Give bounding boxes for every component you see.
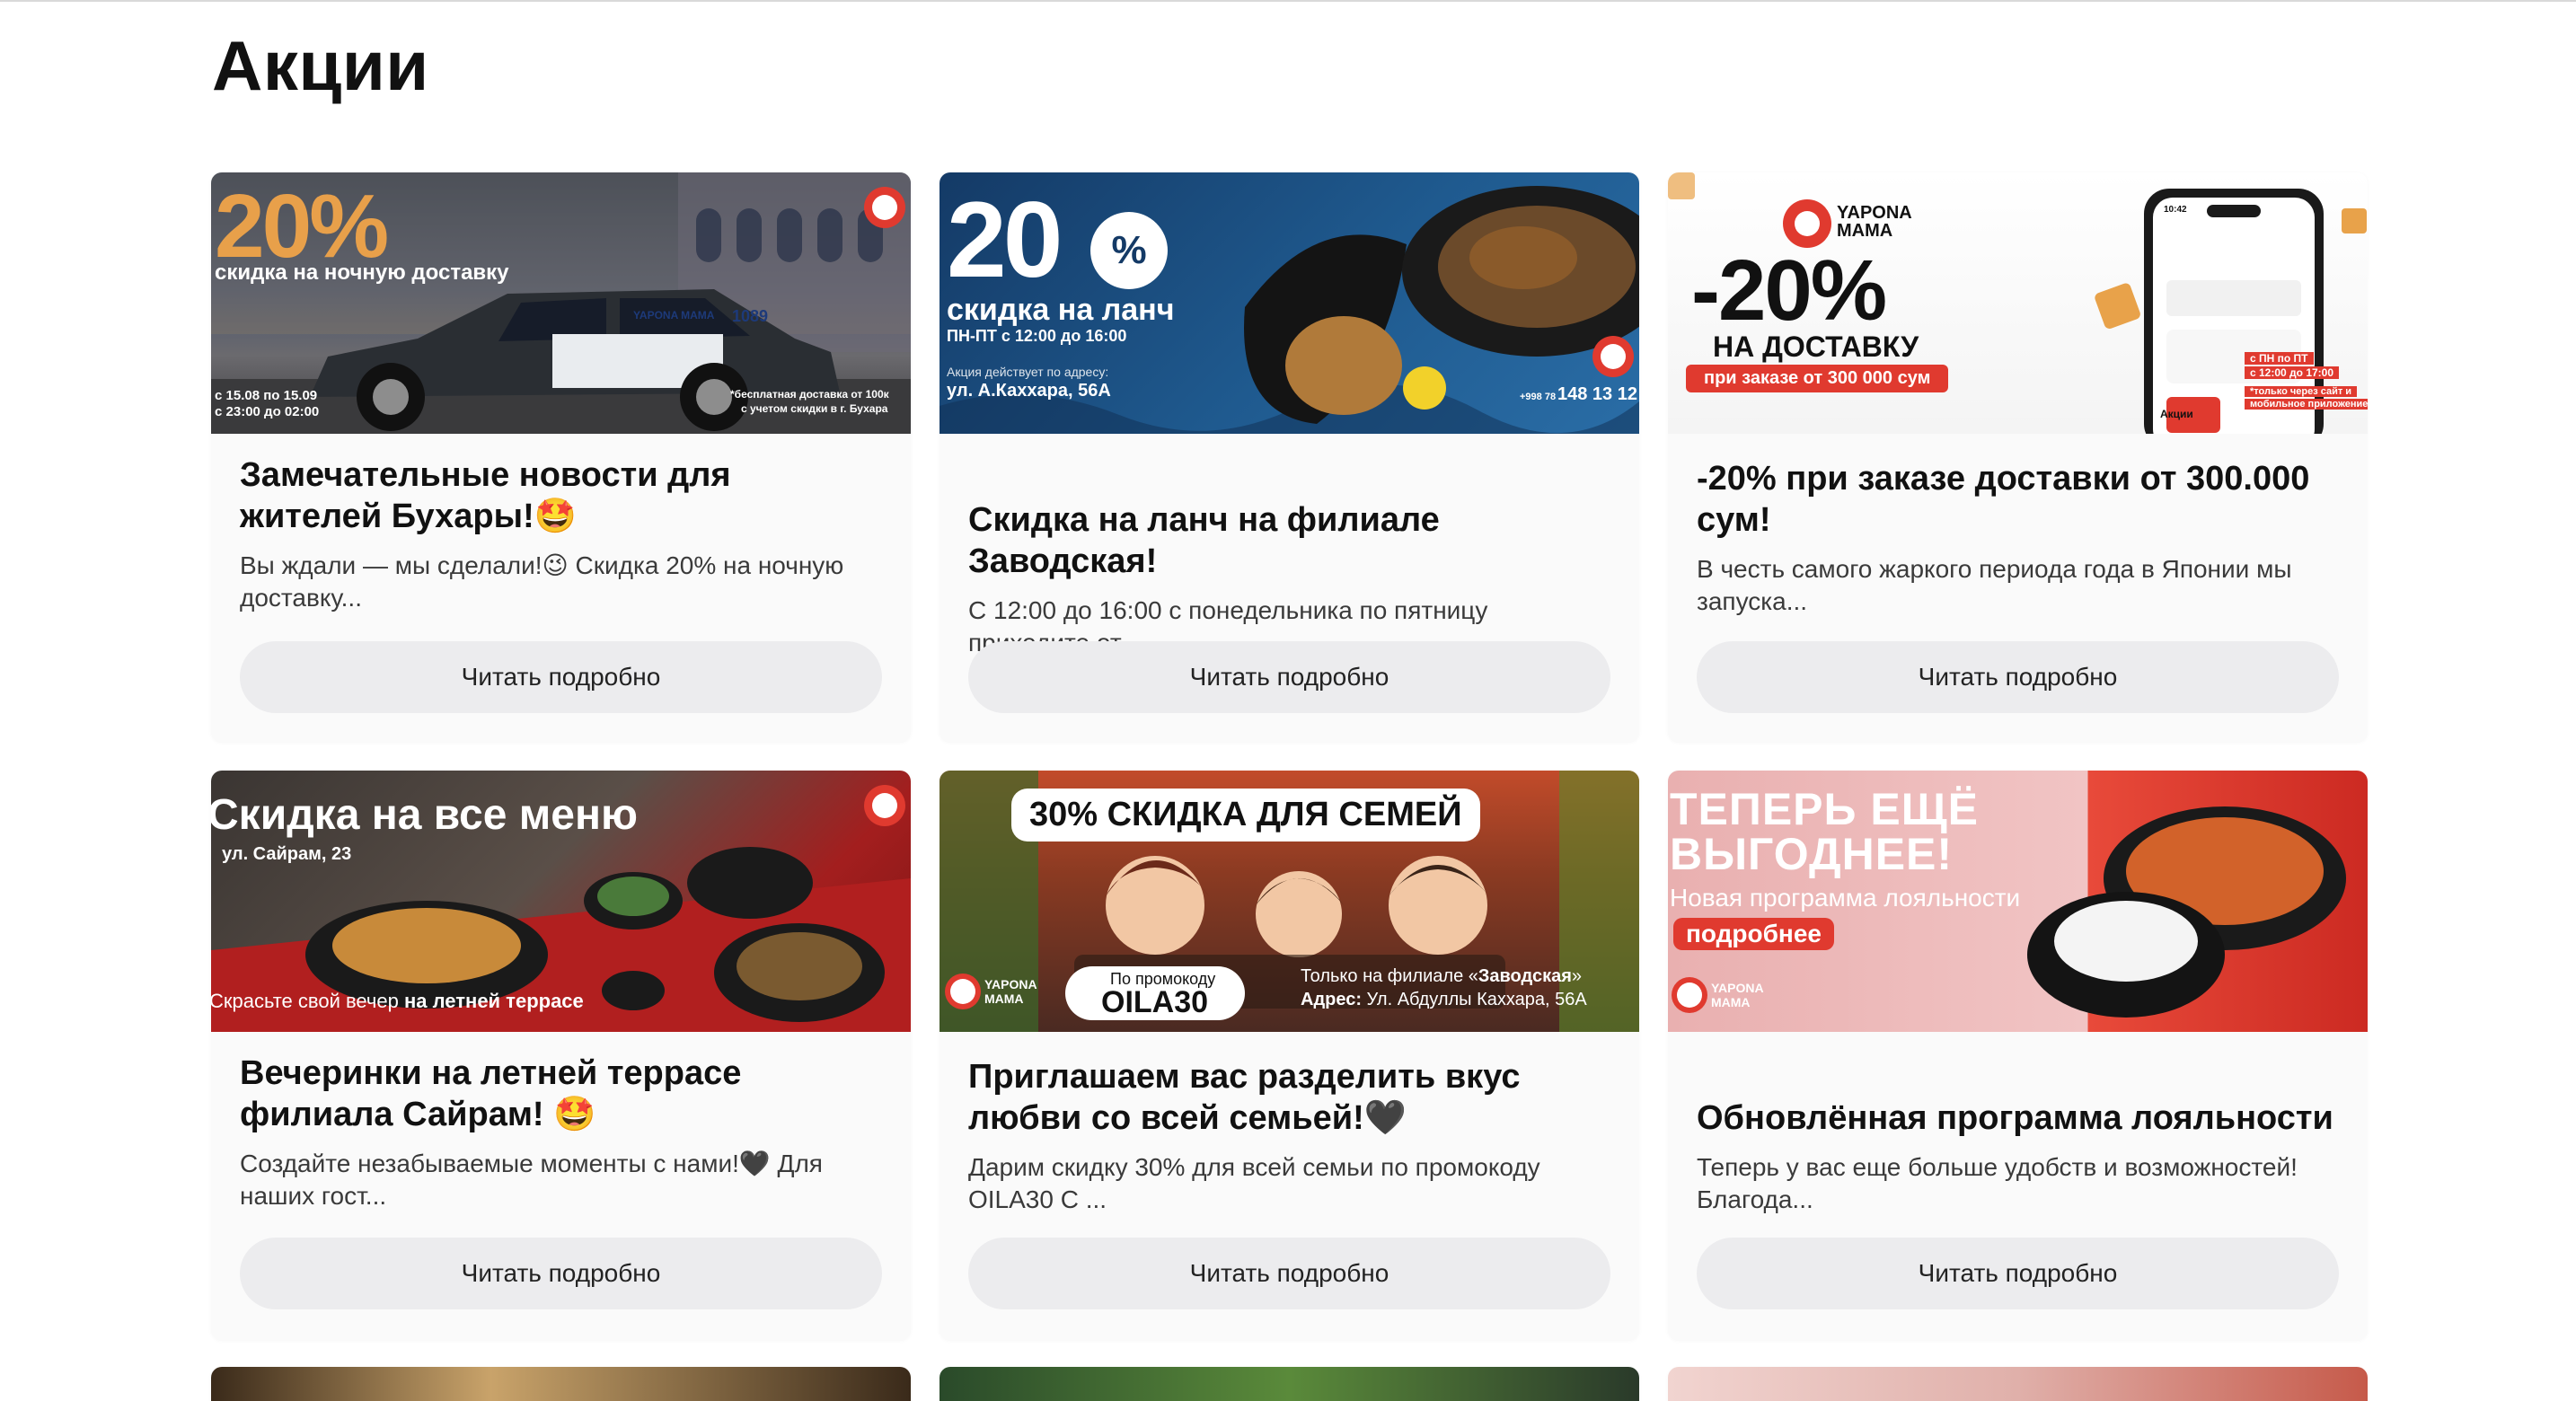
banner-phone: 148 13 12	[1557, 384, 1637, 404]
tagline-highlight: на летней террасе	[403, 990, 584, 1012]
banner-line: скидка на ночную доставку	[215, 260, 509, 285]
banner-big-text: 20%	[215, 176, 389, 277]
promo-banner-delivery[interactable]: YAPONA MAMA -20% НА ДОСТАВКУ при заказе …	[1668, 172, 2368, 434]
brand-name: YAPONA	[1711, 981, 1764, 995]
banner-tagline: Скрасьте свой вечер на летней террасе	[211, 990, 584, 1013]
promo-card[interactable]	[940, 1367, 1639, 1401]
banner-note: с ПН по ПТ	[2245, 352, 2314, 365]
branch-note-part: »	[1571, 966, 1582, 986]
banner-address: ул. А.Каххара, 56А	[947, 381, 1111, 401]
promo-title: Скидка на ланч на филиале Заводская!	[968, 501, 1440, 580]
banner-schedule: ПН-ПТ с 12:00 до 16:00	[947, 327, 1127, 345]
banner-big-text: Скидка на все меню	[211, 791, 638, 839]
phone-section: Акции	[2160, 408, 2193, 420]
promo-card[interactable]	[211, 1367, 911, 1401]
banner-time: с 23:00 до 02:00	[215, 404, 320, 419]
promo-card[interactable]: Скидка на все меню ул. Сайрам, 23 Скрась…	[211, 771, 911, 1340]
brand-name: MAMA	[984, 991, 1024, 1006]
promo-title: Вечеринки на летней террасе филиала Сайр…	[240, 1054, 742, 1133]
address-value: Ул. Абдуллы Каххара, 56А	[1362, 990, 1587, 1009]
promo-banner-partial[interactable]	[211, 1367, 911, 1401]
brand-logo-icon	[1783, 199, 1831, 248]
brand-logo-icon	[864, 187, 905, 228]
branch-note: Только на филиале «Заводская»	[1301, 966, 1582, 987]
promo-title: -20% при заказе доставки от 300.000 сум!	[1697, 460, 2310, 539]
banner-pill: при заказе от 300 000 сум	[1686, 365, 1949, 392]
promo-card[interactable]: ТЕПЕРЬ ЕЩЁ ВЫГОДНЕЕ! Новая программа лоя…	[1668, 771, 2368, 1340]
promo-card[interactable]: 20% скидка на ночную доставку YAPONA MAM…	[211, 172, 911, 742]
read-more-button[interactable]: Читать подробно	[968, 1238, 1610, 1309]
phone-prefix: +998 78	[1520, 392, 1557, 402]
tagline-part: Скрасьте свой вечер	[211, 990, 404, 1012]
read-more-button[interactable]: Читать подробно	[1697, 641, 2339, 713]
promo-title: Замечательные новости для жителей Бухары…	[240, 456, 731, 535]
banner-note: мобильное приложение	[2245, 399, 2368, 410]
banner-note: *только через сайт и	[2245, 386, 2358, 397]
promo-title: Приглашаем вас разделить вкус любви со в…	[968, 1058, 1521, 1137]
top-divider	[0, 0, 2576, 2]
promo-code: OILA30	[1101, 985, 1209, 1019]
promo-banner-partial[interactable]	[940, 1367, 1639, 1401]
percent-badge: %	[1090, 212, 1168, 289]
car-brand: YAPONA MAMA	[633, 309, 715, 322]
promo-excerpt: Создайте незабываемые моменты с нами!🖤 Д…	[240, 1150, 823, 1210]
promo-excerpt: Дарим скидку 30% для всей семьи по промо…	[968, 1153, 1540, 1213]
address-label: Адрес:	[1301, 990, 1362, 1009]
banner-note: с 12:00 до 17:00	[2245, 366, 2340, 379]
banner-big-text: 20	[947, 180, 1063, 300]
promo-card[interactable]: YAPONA MAMA -20% НА ДОСТАВКУ при заказе …	[1668, 172, 2368, 742]
banner-pill: подробнее	[1673, 918, 1834, 950]
brand-name: MAMA	[1837, 221, 1893, 241]
page-title: Акции	[212, 26, 429, 105]
banner-line: скидка на ланч	[947, 293, 1175, 327]
read-more-button[interactable]: Читать подробно	[240, 1238, 882, 1309]
car-phone: 1089	[732, 307, 769, 325]
read-more-button[interactable]: Читать подробно	[1697, 1238, 2339, 1309]
banner-note: с учетом скидки в г. Бухара	[741, 402, 888, 415]
branch-name: Заводская	[1478, 966, 1572, 986]
banner-note: Акция действует по адресу:	[947, 365, 1109, 379]
brand-name: YAPONA	[984, 977, 1037, 991]
promo-card[interactable]: 20 % скидка на ланч ПН-ПТ с 12:00 до 16:…	[940, 172, 1639, 742]
promo-banner-lunch[interactable]: 20 % скидка на ланч ПН-ПТ с 12:00 до 16:…	[940, 172, 1639, 434]
banner-big-text: ВЫГОДНЕЕ!	[1670, 829, 1954, 879]
promo-banner-terrace[interactable]: Скидка на все меню ул. Сайрам, 23 Скрась…	[211, 771, 911, 1032]
banner-big-text: 30% СКИДКА ДЛЯ СЕМЕЙ	[1011, 789, 1480, 841]
promo-banner-partial[interactable]	[1668, 1367, 2368, 1401]
promo-title: Обновлённая программа лояльности	[1697, 1099, 2333, 1137]
percent-sign: %	[1111, 228, 1147, 272]
promo-banner-loyalty[interactable]: ТЕПЕРЬ ЕЩЁ ВЫГОДНЕЕ! Новая программа лоя…	[1668, 771, 2368, 1032]
promo-excerpt: В честь самого жаркого периода года в Яп…	[1697, 555, 2292, 615]
promo-card[interactable]	[1668, 1367, 2368, 1401]
brand-name: MAMA	[1711, 995, 1751, 1009]
banner-big-text: -20%	[1691, 242, 1887, 339]
brand-logo-icon	[864, 785, 905, 826]
read-more-button[interactable]: Читать подробно	[968, 641, 1610, 713]
promo-banner-family[interactable]: 30% СКИДКА ДЛЯ СЕМЕЙ YAPONA MAMA По пром…	[940, 771, 1639, 1032]
banner-date: с 15.08 по 15.09	[215, 388, 318, 403]
promo-excerpt: Вы ждали — мы сделали!😉 Скидка 20% на но…	[240, 551, 844, 612]
brand-logo-icon	[1592, 336, 1634, 377]
banner-address: ул. Сайрам, 23	[222, 844, 352, 864]
brand-logo-icon	[1672, 977, 1707, 1013]
promo-card[interactable]: 30% СКИДКА ДЛЯ СЕМЕЙ YAPONA MAMA По пром…	[940, 771, 1639, 1340]
promo-banner-night-delivery[interactable]: 20% скидка на ночную доставку YAPONA MAM…	[211, 172, 911, 434]
banner-note: *бесплатная доставка от 100к	[730, 388, 889, 401]
banner-line: НА ДОСТАВКУ	[1713, 330, 1919, 363]
branch-address: Адрес: Ул. Абдуллы Каххара, 56А	[1301, 990, 1587, 1010]
read-more-button[interactable]: Читать подробно	[240, 641, 882, 713]
brand-logo-icon	[945, 974, 981, 1009]
phone-time: 10:42	[2164, 205, 2187, 215]
branch-note-part: Только на филиале «	[1301, 966, 1478, 986]
banner-line: Новая программа лояльности	[1670, 884, 2021, 912]
promo-excerpt: Теперь у вас еще больше удобств и возмож…	[1697, 1153, 2298, 1213]
